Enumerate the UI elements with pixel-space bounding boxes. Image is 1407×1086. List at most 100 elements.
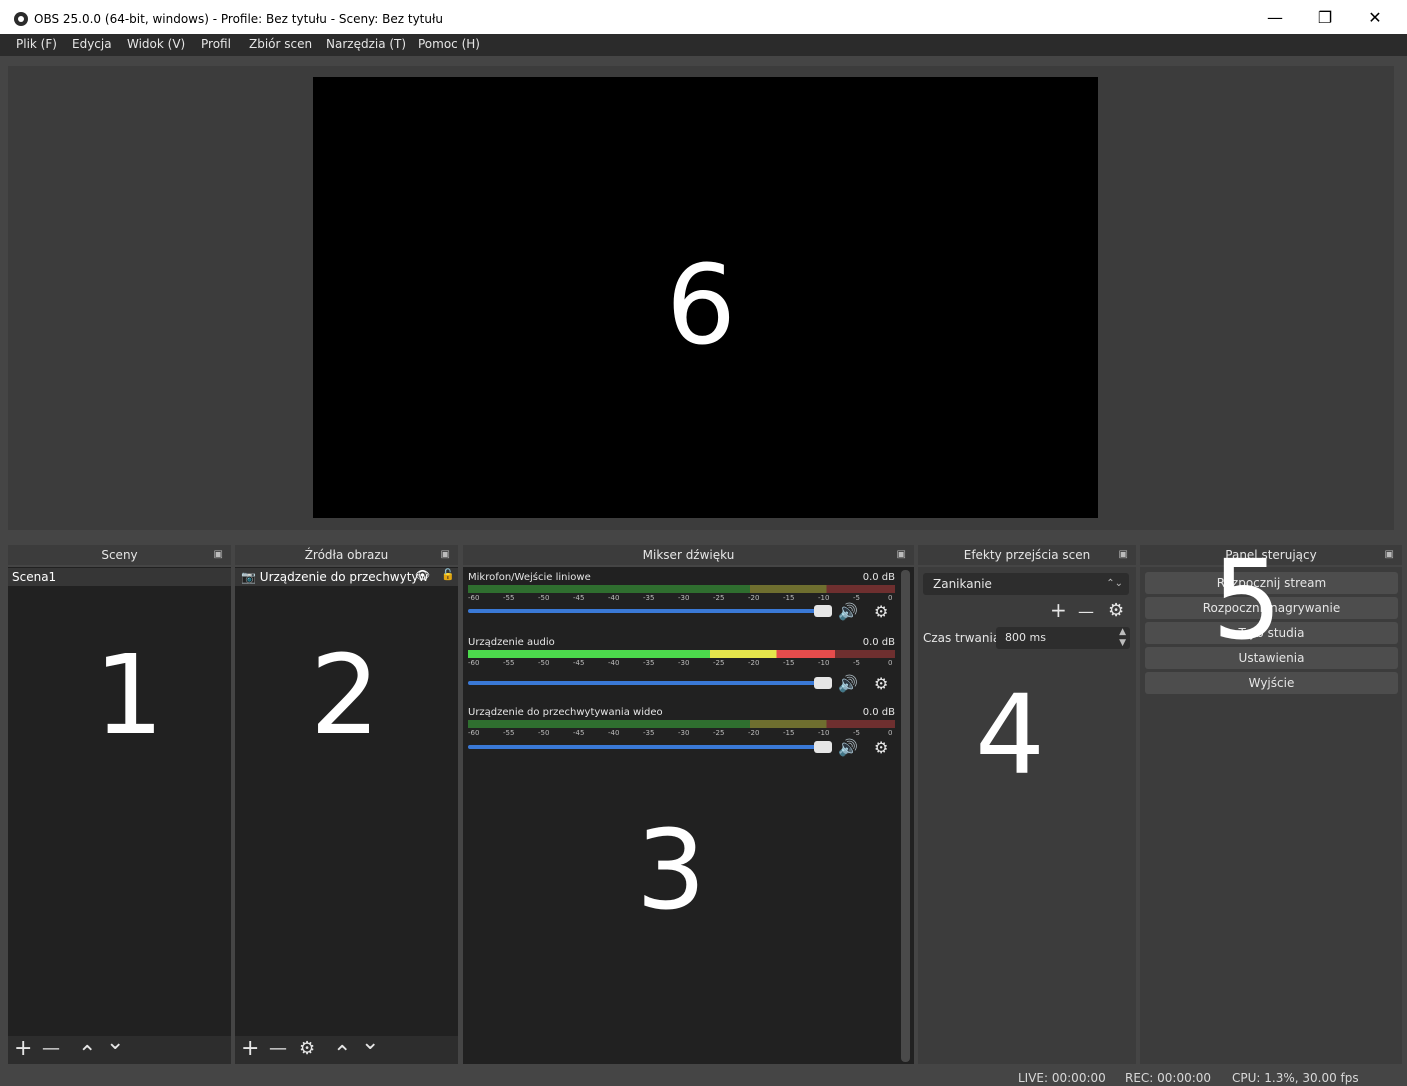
window-title: OBS 25.0.0 (64-bit, windows) - Profile: … xyxy=(34,12,444,26)
restore-button[interactable]: ❐ xyxy=(1305,6,1345,30)
volume-slider-knob[interactable] xyxy=(814,677,832,689)
visibility-eye-icon[interactable]: 👁 xyxy=(415,568,430,582)
camera-icon: 📷 xyxy=(241,570,256,584)
exit-button[interactable]: Wyjście xyxy=(1145,672,1398,694)
channel-name: Urządzenie do przechwytywania wideo xyxy=(468,707,663,718)
meter-tick-label: -15 xyxy=(783,729,795,737)
meter-tick-label: -15 xyxy=(783,659,795,667)
menu-scene-collection[interactable]: Zbiór scen xyxy=(249,37,312,51)
channel-settings-gear-icon[interactable]: ⚙ xyxy=(874,674,888,693)
meter-tick-label: -30 xyxy=(678,594,690,602)
meter-tick-label: 0 xyxy=(888,729,893,737)
source-properties-gear-icon[interactable]: ⚙ xyxy=(299,1038,315,1060)
meter-tick-label: -60 xyxy=(468,729,480,737)
meter-tick-label: -25 xyxy=(713,594,725,602)
meter-tick-label: -10 xyxy=(818,594,830,602)
menu-help[interactable]: Pomoc (H) xyxy=(418,37,480,51)
duration-label: Czas trwania xyxy=(923,631,1001,645)
channel-settings-gear-icon[interactable]: ⚙ xyxy=(874,602,888,621)
volume-slider-knob[interactable] xyxy=(814,741,832,753)
move-source-down-button[interactable]: ⌄ xyxy=(361,1032,379,1054)
volume-meter xyxy=(468,720,895,728)
volume-slider[interactable] xyxy=(468,741,832,753)
mixer-channel: Urządzenie do przechwytywania wideo 0.0 … xyxy=(468,707,895,762)
volume-slider[interactable] xyxy=(468,605,832,617)
meter-tick-label: -20 xyxy=(748,729,760,737)
meter-tick-label: -20 xyxy=(748,594,760,602)
overlay-number-preview: 6 xyxy=(666,241,736,369)
mixer-dock-header: Mikser dźwięku ▣ xyxy=(463,545,914,565)
minimize-button[interactable]: — xyxy=(1255,6,1295,30)
meter-tick-label: -35 xyxy=(643,659,655,667)
live-timer: LIVE: 00:00:00 xyxy=(1018,1071,1106,1085)
dock-float-icon[interactable]: ▣ xyxy=(441,545,450,565)
transition-properties-gear-icon[interactable]: ⚙ xyxy=(1108,600,1124,621)
meter-tick-label: -5 xyxy=(853,594,860,602)
mixer-dock-title: Mikser dźwięku xyxy=(642,548,735,562)
transitions-dock-header: Efekty przejścia scen ▣ xyxy=(918,545,1136,565)
add-scene-button[interactable]: + xyxy=(14,1038,32,1060)
lock-icon[interactable]: 🔓 xyxy=(441,568,455,581)
menu-profile[interactable]: Profil xyxy=(201,37,231,51)
menu-file[interactable]: Plik (F) xyxy=(16,37,57,51)
obs-logo-icon xyxy=(14,12,28,26)
meter-tick-label: -25 xyxy=(713,659,725,667)
status-bar: LIVE: 00:00:00 REC: 00:00:00 CPU: 1.3%, … xyxy=(0,1066,1407,1086)
overlay-number-controls: 5 xyxy=(1212,536,1282,664)
volume-slider-knob[interactable] xyxy=(814,605,832,617)
meter-tick-label: -30 xyxy=(678,729,690,737)
meter-tick-label: 0 xyxy=(888,594,893,602)
mixer-channel: Urządzenie audio 0.0 dB -60 -55 -50 -45 -40-… xyxy=(468,637,895,693)
duration-field[interactable]: 800 ms ▲ ▼ xyxy=(996,627,1130,649)
channel-settings-gear-icon[interactable]: ⚙ xyxy=(874,738,888,757)
add-source-button[interactable]: + xyxy=(241,1038,259,1060)
source-item-label: Urządzenie do przechwytyw xyxy=(259,570,429,584)
menu-view[interactable]: Widok (V) xyxy=(127,37,185,51)
overlay-number-sources: 2 xyxy=(310,631,380,759)
dock-float-icon[interactable]: ▣ xyxy=(1119,545,1128,565)
speaker-icon[interactable]: 🔊 xyxy=(838,738,858,757)
title-bar: OBS 25.0.0 (64-bit, windows) - Profile: … xyxy=(0,0,1407,34)
meter-tick-label: -15 xyxy=(783,594,795,602)
meter-tick-label: -50 xyxy=(538,659,550,667)
meter-scale: -60 -55 -50 -45 -40 -35 -30 -25 -20 -15 -10 -5 0 xyxy=(468,659,895,669)
meter-tick-label: -55 xyxy=(503,594,515,602)
channel-name: Mikrofon/Wejście liniowe xyxy=(468,572,591,583)
overlay-number-transitions: 4 xyxy=(975,671,1045,799)
dock-float-icon[interactable]: ▣ xyxy=(1385,545,1394,565)
sources-dock-title: Źródła obrazu xyxy=(304,548,389,562)
meter-tick-label: -35 xyxy=(643,729,655,737)
dock-float-icon[interactable]: ▣ xyxy=(897,545,906,565)
mixer-channel: Mikrofon/Wejście liniowe 0.0 dB -60 -55 -5… xyxy=(468,572,895,627)
meter-tick-label: -5 xyxy=(853,729,860,737)
meter-tick-label: -10 xyxy=(818,659,830,667)
meter-tick-label: -40 xyxy=(608,729,620,737)
mixer-scrollbar[interactable] xyxy=(901,570,910,1062)
transition-select[interactable]: Zanikanie ⌃⌄ xyxy=(923,573,1129,595)
remove-scene-button[interactable]: — xyxy=(42,1038,60,1060)
add-transition-button[interactable]: + xyxy=(1050,598,1067,622)
meter-scale: -60 -55 -50 -45 -40 -35 -30 -25 -20 -15 -10 -5 0 xyxy=(468,729,895,739)
meter-tick-label: -35 xyxy=(643,594,655,602)
menu-edit[interactable]: Edycja xyxy=(72,37,112,51)
move-scene-up-button[interactable]: ⌃ xyxy=(78,1044,96,1066)
volume-slider[interactable] xyxy=(468,677,832,689)
close-button[interactable]: ✕ xyxy=(1355,6,1395,30)
remove-source-button[interactable]: — xyxy=(269,1038,287,1060)
scene-item[interactable]: Scena1 xyxy=(8,568,231,586)
move-scene-down-button[interactable]: ⌄ xyxy=(106,1032,124,1054)
spinbox-arrows-icon[interactable]: ▲ ▼ xyxy=(1119,627,1126,649)
menu-tools[interactable]: Narzędzia (T) xyxy=(326,37,406,51)
move-source-up-button[interactable]: ⌃ xyxy=(333,1044,351,1066)
duration-value: 800 ms xyxy=(1005,631,1046,644)
meter-scale: -60 -55 -50 -45 -40 -35 -30 -25 -20 -15 -10 -5 0 xyxy=(468,594,895,604)
remove-transition-button[interactable]: — xyxy=(1078,602,1094,621)
speaker-icon[interactable]: 🔊 xyxy=(838,602,858,621)
speaker-icon[interactable]: 🔊 xyxy=(838,674,858,693)
sources-toolbar: + — ⚙ ⌃ ⌄ xyxy=(235,1032,458,1066)
meter-tick-label: -50 xyxy=(538,594,550,602)
meter-tick-label: -45 xyxy=(573,729,585,737)
transition-selected: Zanikanie xyxy=(933,577,992,591)
dock-float-icon[interactable]: ▣ xyxy=(214,545,223,565)
meter-tick-label: 0 xyxy=(888,659,893,667)
